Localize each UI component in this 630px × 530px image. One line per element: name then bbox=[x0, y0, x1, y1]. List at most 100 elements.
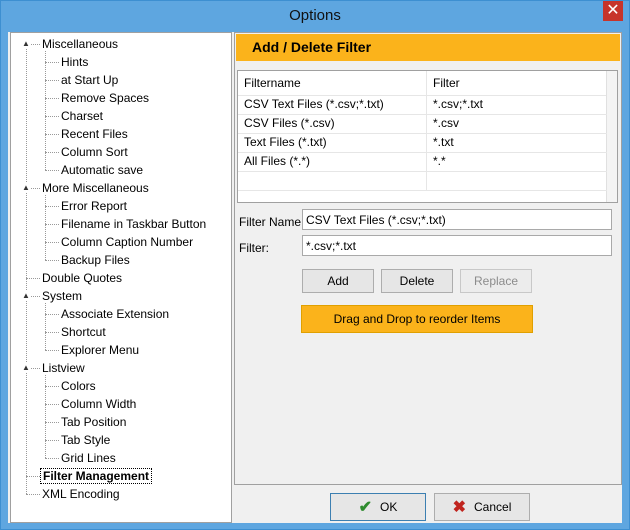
tree-item-label: Tab Position bbox=[61, 415, 127, 429]
options-tree[interactable]: ▲ Miscellaneous Hints at Start Up Remove Spa… bbox=[10, 32, 232, 523]
tree-item-label: Filename in Taskbar Button bbox=[61, 217, 207, 231]
add-button[interactable]: Add bbox=[302, 269, 374, 293]
cell-filtername: All Files (*.*) bbox=[238, 152, 427, 171]
tree-item-colors[interactable]: Colors bbox=[59, 377, 98, 395]
tree-item-charset[interactable]: Charset bbox=[59, 107, 105, 125]
tree-connector bbox=[45, 206, 59, 207]
cell-filter: *.* bbox=[433, 154, 446, 168]
column-header-filter[interactable]: Filter bbox=[427, 71, 607, 95]
dialog-client: ▲ Miscellaneous Hints at Start Up Remove Spa… bbox=[8, 32, 622, 523]
tree-connector bbox=[45, 116, 59, 117]
tree-item-label: Hints bbox=[61, 55, 89, 69]
table-row[interactable] bbox=[238, 171, 607, 191]
tree-item-column-width[interactable]: Column Width bbox=[59, 395, 138, 413]
tree-item-xml-encoding[interactable]: XML Encoding bbox=[40, 485, 122, 503]
tree-item-label: Column Width bbox=[61, 397, 137, 411]
tree-connector bbox=[45, 458, 59, 459]
tree-item-miscellaneous[interactable]: Miscellaneous bbox=[40, 35, 120, 53]
tree-item-explorer-menu[interactable]: Explorer Menu bbox=[59, 341, 141, 359]
tree-item-column-sort[interactable]: Column Sort bbox=[59, 143, 130, 161]
tree-connector bbox=[45, 440, 59, 441]
tree-item-error-report[interactable]: Error Report bbox=[59, 197, 129, 215]
table-row[interactable]: CSV Text Files (*.csv;*.txt) *.csv;*.txt bbox=[238, 95, 607, 115]
replace-button[interactable]: Replace bbox=[460, 269, 532, 293]
options-window: Options ✕ ▲ Miscellaneous Hints at Start Up… bbox=[0, 0, 630, 530]
tree-item-column-caption-number[interactable]: Column Caption Number bbox=[59, 233, 195, 251]
filter-table[interactable]: Filtername Filter CSV Text Files (*.csv;… bbox=[237, 70, 618, 203]
filter-name-field[interactable] bbox=[302, 209, 612, 230]
tree-item-label: Charset bbox=[61, 109, 104, 123]
tree-connector bbox=[45, 422, 59, 423]
table-row[interactable]: CSV Files (*.csv) *.csv bbox=[238, 114, 607, 134]
cell-filtername: CSV Text Files (*.csv;*.txt) bbox=[238, 95, 427, 114]
tree-item-label: Miscellaneous bbox=[42, 37, 119, 51]
tree-connector bbox=[45, 386, 59, 387]
tree-item-label: Error Report bbox=[61, 199, 128, 213]
tree-connector bbox=[45, 134, 59, 135]
cancel-button[interactable]: ✖ Cancel bbox=[434, 493, 530, 521]
column-header-filtername[interactable]: Filtername bbox=[238, 71, 427, 95]
tree-connector bbox=[45, 332, 59, 333]
delete-button[interactable]: Delete bbox=[381, 269, 453, 293]
table-scrollbar[interactable] bbox=[606, 71, 617, 202]
tree-connector bbox=[26, 476, 40, 477]
tree-item-tab-position[interactable]: Tab Position bbox=[59, 413, 128, 431]
title-bar[interactable]: Options ✕ bbox=[1, 1, 629, 31]
tree-item-listview[interactable]: Listview bbox=[40, 359, 87, 377]
tree-item-label: XML Encoding bbox=[42, 487, 120, 501]
tree-item-tab-style[interactable]: Tab Style bbox=[59, 431, 112, 449]
tree-item-backup-files[interactable]: Backup Files bbox=[59, 251, 132, 269]
dialog-footer: ✔ OK ✖ Cancel bbox=[234, 485, 622, 523]
panel-title: Add / Delete Filter bbox=[236, 34, 620, 61]
tree-item-label: Listview bbox=[42, 361, 85, 375]
tree-item-filename-in-taskbar-button[interactable]: Filename in Taskbar Button bbox=[59, 215, 208, 233]
tree-connector bbox=[45, 242, 59, 243]
tree-child-guide-line bbox=[45, 303, 46, 350]
tree-collapse-icon[interactable]: ▲ bbox=[21, 183, 31, 193]
tree-collapse-icon[interactable]: ▲ bbox=[21, 291, 31, 301]
filter-field[interactable] bbox=[302, 235, 612, 256]
drag-drop-hint: Drag and Drop to reorder Items bbox=[301, 305, 533, 333]
tree-item-automatic-save[interactable]: Automatic save bbox=[59, 161, 145, 179]
tree-item-at-start-up[interactable]: at Start Up bbox=[59, 71, 120, 89]
tree-item-hints[interactable]: Hints bbox=[59, 53, 90, 71]
tree-connector bbox=[26, 494, 40, 495]
cell-filtername: Text Files (*.txt) bbox=[238, 133, 427, 152]
tree-item-label: More Miscellaneous bbox=[42, 181, 149, 195]
tree-item-recent-files[interactable]: Recent Files bbox=[59, 125, 130, 143]
tree-item-label: Grid Lines bbox=[61, 451, 116, 465]
tree-connector bbox=[45, 260, 59, 261]
tree-item-associate-extension[interactable]: Associate Extension bbox=[59, 305, 171, 323]
cell-filter: *.csv;*.txt bbox=[433, 97, 484, 111]
tree-connector bbox=[45, 314, 59, 315]
table-row[interactable]: Text Files (*.txt) *.txt bbox=[238, 133, 607, 153]
tree-item-label: Column Sort bbox=[61, 145, 128, 159]
tree-item-label: Tab Style bbox=[61, 433, 111, 447]
tree-item-label: Automatic save bbox=[61, 163, 144, 177]
cell-filter: *.csv bbox=[433, 116, 460, 130]
tree-item-double-quotes[interactable]: Double Quotes bbox=[40, 269, 124, 287]
tree-item-remove-spaces[interactable]: Remove Spaces bbox=[59, 89, 151, 107]
tree-item-shortcut[interactable]: Shortcut bbox=[59, 323, 108, 341]
tree-item-grid-lines[interactable]: Grid Lines bbox=[59, 449, 118, 467]
filter-name-label: Filter Name: bbox=[239, 215, 305, 229]
tree-item-label: System bbox=[42, 289, 83, 303]
tree-item-filter-management[interactable]: Filter Management bbox=[40, 467, 153, 485]
tree-collapse-icon[interactable]: ▲ bbox=[21, 39, 31, 49]
cell-filter: *.txt bbox=[433, 135, 454, 149]
tree-child-guide-line bbox=[45, 195, 46, 260]
tree-collapse-icon[interactable]: ▲ bbox=[21, 363, 31, 373]
close-button[interactable]: ✕ bbox=[603, 1, 623, 21]
window-title: Options bbox=[289, 7, 341, 24]
table-row[interactable]: All Files (*.*) *.* bbox=[238, 152, 607, 172]
tree-connector bbox=[45, 404, 59, 405]
cell-filtername: CSV Files (*.csv) bbox=[238, 114, 427, 133]
tree-item-label: Double Quotes bbox=[42, 271, 123, 285]
tree-item-label: Explorer Menu bbox=[61, 343, 140, 357]
tree-connector bbox=[45, 62, 59, 63]
ok-button[interactable]: ✔ OK bbox=[330, 493, 426, 521]
tree-item-more-miscellaneous[interactable]: More Miscellaneous bbox=[40, 179, 151, 197]
tree-item-system[interactable]: System bbox=[40, 287, 84, 305]
table-header: Filtername Filter bbox=[238, 71, 607, 96]
tree-guide-line bbox=[26, 44, 27, 494]
